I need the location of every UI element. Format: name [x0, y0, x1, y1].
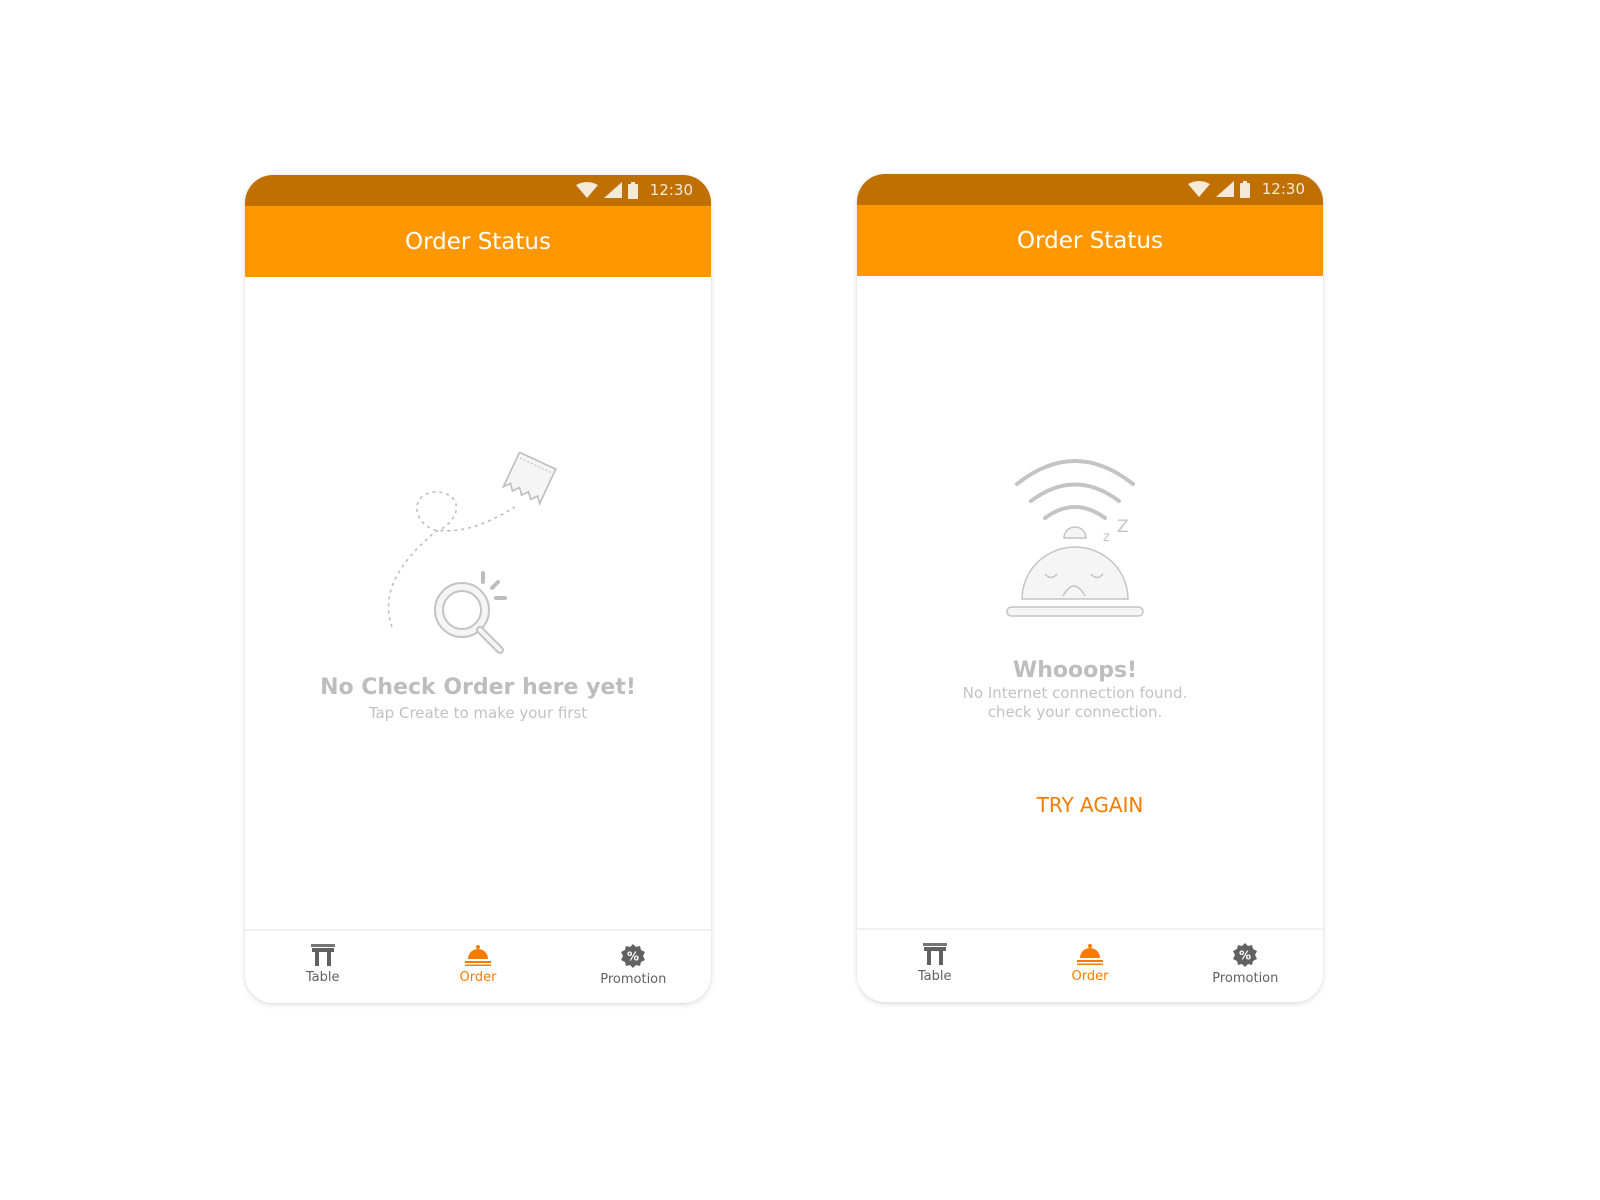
battery-icon — [627, 181, 638, 199]
nav-label: Promotion — [1212, 971, 1279, 986]
nav-item-table[interactable]: Table — [245, 931, 400, 1003]
no-connection-illustration: z Z — [1006, 459, 1144, 617]
svg-text:%: % — [1239, 949, 1251, 963]
wifi-icon — [1187, 181, 1210, 197]
error-subtitle-line1: No Internet connection found. — [962, 684, 1188, 702]
table-icon — [922, 943, 947, 965]
content-area: No Check Order here yet! Tap Create to m… — [245, 277, 711, 930]
bottom-nav: Table Order % Promotion — [245, 929, 711, 1003]
discount-badge-icon: % — [1233, 943, 1258, 967]
nav-item-order[interactable]: Order — [1012, 930, 1167, 1002]
try-again-button[interactable]: TRY AGAIN — [857, 793, 1323, 817]
app-bar: Order Status — [245, 206, 711, 277]
nav-label: Table — [917, 969, 952, 984]
error-title: Whooops! — [1012, 658, 1138, 683]
service-bell-icon — [464, 945, 491, 966]
wifi-icon — [575, 182, 598, 198]
discount-badge-icon: % — [621, 944, 646, 968]
signal-icon — [603, 182, 622, 198]
svg-text:Z: Z — [1117, 517, 1129, 537]
phone-empty-state: 12:30 Order Status No Check Order here y… — [245, 175, 711, 1003]
empty-search-illustration — [387, 452, 557, 654]
bottom-nav: Table Order % Promotion — [857, 928, 1323, 1002]
nav-item-promotion[interactable]: % Promotion — [1168, 930, 1323, 1002]
phone-no-internet-state: 12:30 Order Status z Z Whooops! No Inter… — [857, 174, 1323, 1002]
app-bar: Order Status — [857, 205, 1323, 276]
nav-item-order[interactable]: Order — [400, 931, 555, 1003]
content-area: z Z Whooops! No Internet connection foun… — [857, 276, 1323, 929]
table-icon — [310, 944, 335, 966]
page-title: Order Status — [405, 228, 551, 255]
empty-state-title: No Check Order here yet! — [320, 675, 636, 700]
nav-item-promotion[interactable]: % Promotion — [556, 931, 711, 1003]
nav-label: Order — [1071, 969, 1109, 984]
status-time: 12:30 — [1261, 180, 1305, 198]
empty-state-subtitle: Tap Create to make your first — [368, 704, 588, 722]
service-bell-icon — [1076, 944, 1103, 965]
page-title: Order Status — [1017, 227, 1163, 254]
svg-text:%: % — [627, 950, 639, 964]
nav-label: Order — [459, 970, 497, 985]
status-bar: 12:30 — [245, 175, 711, 206]
status-bar: 12:30 — [857, 174, 1323, 205]
nav-label: Promotion — [600, 972, 667, 987]
svg-text:z: z — [1103, 530, 1110, 545]
signal-icon — [1215, 181, 1234, 197]
battery-icon — [1239, 180, 1250, 198]
nav-item-table[interactable]: Table — [857, 930, 1012, 1002]
status-time: 12:30 — [649, 181, 693, 199]
nav-label: Table — [305, 970, 340, 985]
error-subtitle-line2: check your connection. — [987, 703, 1163, 721]
